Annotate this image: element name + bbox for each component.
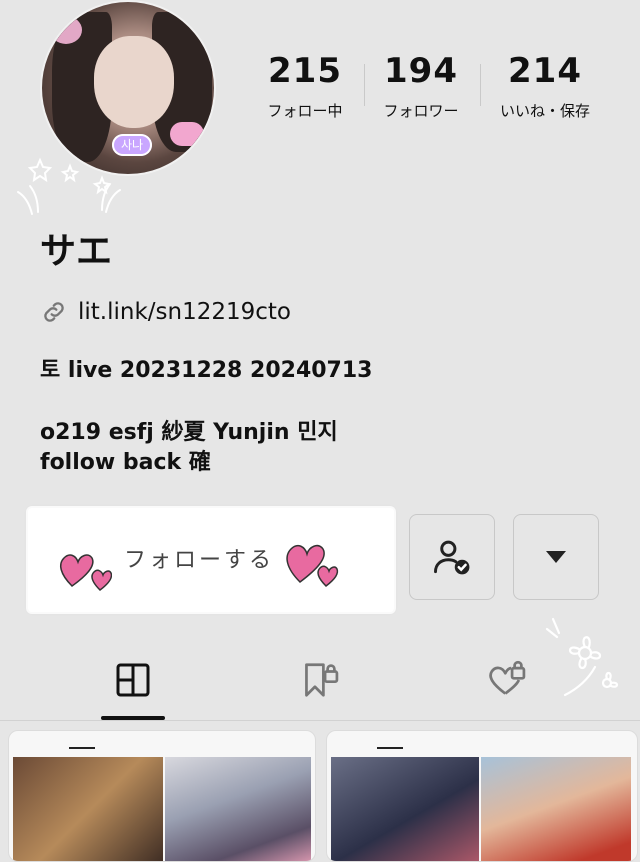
stat-divider [364,64,365,106]
link-icon [44,302,64,322]
stat-followers-value: 194 [384,51,458,91]
stat-following-label: フォロー中 [267,102,343,120]
avatar-bow [170,122,204,146]
stat-divider [480,64,481,106]
post-thumbnail[interactable] [13,757,163,861]
stat-likes-value: 214 [508,51,582,91]
caret-down-icon [546,551,566,563]
bio-line: follow back 確 [40,450,211,475]
tab-posts[interactable] [93,650,173,710]
tab-liked[interactable] [467,650,547,710]
tab-favorites[interactable] [280,650,360,710]
stat-followers-label: フォロワー [383,102,459,120]
bio-line: o219 esfj 紗夏 Yunjin 민지 [40,420,338,445]
user-check-icon [434,540,470,575]
grid-icon [116,663,150,697]
post-card[interactable] [8,730,316,862]
display-name: サエ [40,231,113,272]
heart-icon [286,544,339,587]
stat-likes[interactable]: 214 いいね・保存 [490,52,600,120]
follow-button[interactable]: フォローする [28,508,394,612]
profile-link[interactable]: lit.link/sn12219cto [40,298,291,326]
bio-line: 토 live 20231228 20240713 [40,358,373,383]
mini-tab-indicator [377,747,403,749]
sparkle-doodle-icon [17,157,121,215]
follow-button-label: フォローする [124,548,275,573]
post-thumbnail[interactable] [331,757,479,861]
friends-button[interactable] [409,514,495,600]
bookmark-lock-icon [305,663,339,697]
avatar-decoration [50,16,82,44]
stat-likes-label: いいね・保存 [499,102,590,120]
avatar-face [94,36,174,128]
stat-following[interactable]: 215 フォロー中 [250,52,360,120]
more-options-button[interactable] [513,514,599,600]
post-thumbnail[interactable] [165,757,311,861]
flower-doodle-icon [545,617,619,697]
stat-following-value: 215 [268,51,342,91]
post-thumbnail[interactable] [481,757,631,861]
profile-link-text: lit.link/sn12219cto [78,299,291,325]
heart-icon [59,554,112,591]
stat-followers[interactable]: 194 フォロワー [366,52,476,120]
tab-divider [0,720,640,721]
post-card[interactable] [326,730,638,862]
mini-tab-indicator [69,747,95,749]
heart-lock-icon [489,660,526,695]
